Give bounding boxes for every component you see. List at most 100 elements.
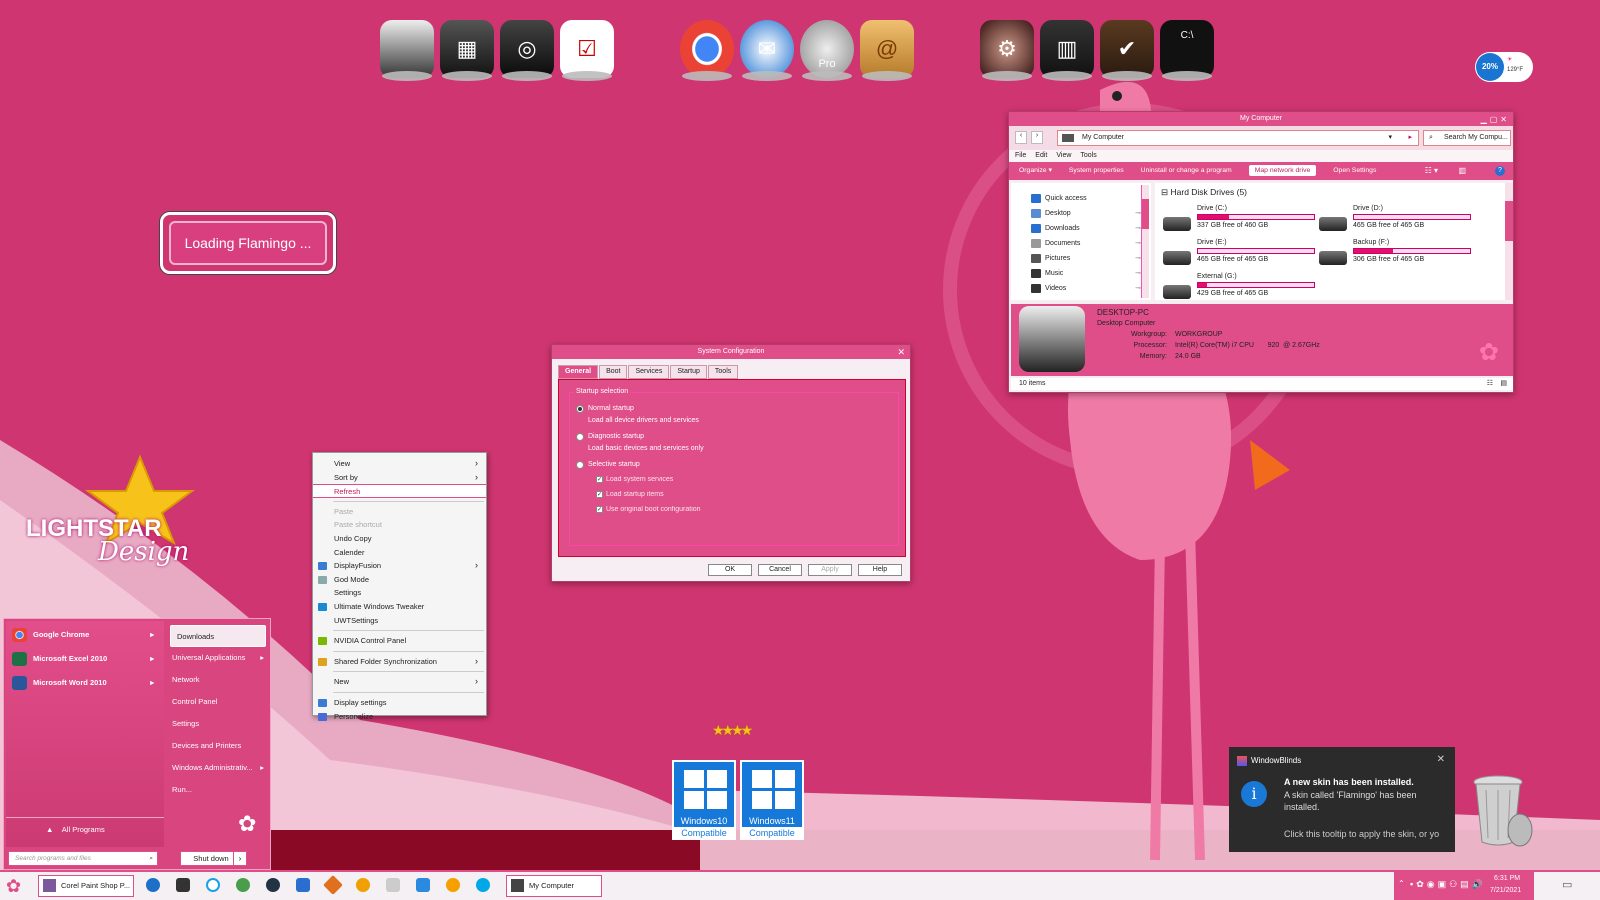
apply-button[interactable]: Apply [808, 564, 852, 576]
context-menu-item[interactable]: DisplayFusion › [313, 559, 486, 573]
context-menu-item[interactable]: Personalize [313, 710, 486, 724]
start-pinned-item[interactable]: Microsoft Word 2010 ▸ [6, 671, 164, 695]
taskbar-mycomputer-button[interactable]: My Computer [506, 875, 602, 897]
recycle-bin-icon[interactable] [1472, 772, 1534, 850]
drive-item[interactable]: Drive (D:) 465 GB free of 465 GB [1319, 205, 1479, 239]
use-original-boot-checkbox[interactable]: ✓ [596, 506, 603, 513]
windowblinds-toast[interactable]: WindowBlinds ✕ i A new skin has been ins… [1229, 747, 1455, 852]
browser-icon[interactable] [446, 878, 460, 892]
shutdown-options-arrow-icon[interactable]: › [233, 851, 247, 866]
desktop[interactable]: ▦ ◎ ☑ ✉ Pro @ ⚙ ▥ ✔ C:\ 20% ☀ 129°F Load… [0, 0, 1600, 900]
tab-services[interactable]: Services [628, 365, 670, 379]
start-place-item[interactable]: Devices and Printers [166, 735, 270, 757]
context-menu-item[interactable]: Ultimate Windows Tweaker [313, 600, 486, 614]
menu-file[interactable]: File [1015, 152, 1026, 159]
help-button[interactable]: Help [858, 564, 902, 576]
cancel-button[interactable]: Cancel [758, 564, 802, 576]
tab-tools[interactable]: Tools [707, 365, 739, 379]
command-button[interactable]: System properties [1069, 167, 1124, 174]
start-search-input[interactable]: Search programs and files ⌕ [8, 851, 158, 866]
skype-icon[interactable] [476, 878, 490, 892]
command-button[interactable]: Uninstall or change a program [1141, 167, 1232, 174]
context-menu-item[interactable]: Sort by › [313, 471, 486, 485]
cloud-icon[interactable] [236, 878, 250, 892]
steam-icon[interactable] [266, 878, 280, 892]
diamond-icon[interactable] [323, 875, 343, 895]
start-place-item[interactable]: Universal Applications ▸ [166, 647, 270, 669]
command-button[interactable]: Organize ▾ [1019, 167, 1052, 174]
command-button[interactable]: Open Settings [1333, 167, 1376, 174]
nav-item[interactable]: Pictures ⊸ [1011, 251, 1151, 266]
ok-button[interactable]: OK [708, 564, 752, 576]
stack-icon[interactable] [296, 878, 310, 892]
nav-item[interactable]: Videos ⊸ [1011, 281, 1151, 296]
nav-scrollbar[interactable] [1141, 185, 1149, 298]
edge-icon[interactable] [146, 878, 160, 892]
chrome-icon[interactable] [680, 20, 734, 81]
command-button[interactable]: Map network drive [1248, 165, 1317, 176]
contacts-icon[interactable]: @ [860, 20, 914, 81]
context-menu-item[interactable]: God Mode [313, 573, 486, 587]
context-menu-item[interactable]: Shared Folder Synchronization › [313, 655, 486, 669]
forward-arrow-icon[interactable]: › [1031, 131, 1043, 144]
media-icon[interactable] [386, 878, 400, 892]
gray-device-icon[interactable] [380, 20, 434, 81]
terminal-icon[interactable]: C:\ [1160, 20, 1214, 81]
weather-widget[interactable]: 20% ☀ 129°F [1475, 52, 1533, 82]
nav-item[interactable]: Desktop ⊸ [1011, 206, 1151, 221]
load-system-services-checkbox[interactable]: ✓ [596, 476, 603, 483]
context-menu-item[interactable]: Settings [313, 586, 486, 600]
tray-expand-icon[interactable]: ⌃ [1398, 879, 1405, 888]
content-scrollbar[interactable] [1505, 183, 1513, 300]
tasks-icon[interactable]: ☑ [560, 20, 614, 81]
my-computer-titlebar[interactable]: My Computer ▁▢✕ [1009, 112, 1513, 126]
nav-item[interactable]: Downloads ⊸ [1011, 221, 1151, 236]
sysconfig-titlebar[interactable]: System Configuration ✕ [552, 345, 910, 359]
menu-tools[interactable]: Tools [1080, 152, 1096, 159]
menu-view[interactable]: View [1056, 152, 1071, 159]
search-input[interactable]: ⌕ Search My Compu... [1423, 130, 1511, 146]
go-arrow-icon[interactable]: ▸ [1408, 131, 1412, 145]
details-view-icon[interactable]: ☷ [1487, 378, 1493, 390]
context-menu-item[interactable]: NVIDIA Control Panel [313, 634, 486, 648]
start-pinned-item[interactable]: Google Chrome ▸ [6, 623, 164, 647]
drive-item[interactable]: Drive (E:) 465 GB free of 465 GB [1163, 239, 1323, 273]
nav-item[interactable]: Music ⊸ [1011, 266, 1151, 281]
tab-boot[interactable]: Boot [599, 365, 628, 379]
nav-item[interactable]: Documents ⊸ [1011, 236, 1151, 251]
start-place-item[interactable]: Run... [166, 779, 270, 801]
tab-general[interactable]: General [558, 365, 599, 379]
start-place-item[interactable]: Windows Administrativ... ▸ [166, 757, 270, 779]
menu-edit[interactable]: Edit [1035, 152, 1047, 159]
start-pinned-item[interactable]: Microsoft Excel 2010 ▸ [6, 647, 164, 671]
paint-icon[interactable] [356, 878, 370, 892]
back-arrow-icon[interactable]: ‹ [1015, 131, 1027, 144]
context-menu-item[interactable]: UWTSettings [313, 614, 486, 628]
explorer-icon[interactable] [416, 878, 430, 892]
start-place-item[interactable]: Network [166, 669, 270, 691]
cortana-icon[interactable] [206, 878, 220, 892]
context-menu-item[interactable]: View › [313, 457, 486, 471]
drive-item[interactable]: Backup (F:) 306 GB free of 465 GB [1319, 239, 1479, 273]
context-menu-item[interactable]: Refresh [313, 484, 486, 498]
context-menu-item[interactable]: Display settings [313, 696, 486, 710]
context-menu-item[interactable]: Paste shortcut [313, 518, 486, 532]
all-programs[interactable]: ▲ All Programs [46, 825, 105, 834]
preview-pane-icon[interactable]: ▥ [1458, 162, 1466, 180]
thunderbird-icon[interactable]: ✉ [740, 20, 794, 81]
checklist-icon[interactable]: ✔ [1100, 20, 1154, 81]
taskbar-paintshop-button[interactable]: Corel Paint Shop P... [38, 875, 134, 897]
help-icon[interactable]: ? [1495, 166, 1505, 176]
tab-startup[interactable]: Startup [670, 365, 707, 379]
window-controls-icon[interactable]: ▁▢✕ [1481, 113, 1510, 127]
book-icon[interactable]: ▥ [1040, 20, 1094, 81]
notifications-icon[interactable]: ▭ [1562, 878, 1572, 891]
context-menu-item[interactable]: New › [313, 675, 486, 689]
close-icon[interactable]: ✕ [897, 345, 905, 359]
diagnostic-startup-radio[interactable] [576, 433, 584, 441]
drive-item[interactable]: Drive (C:) 337 GB free of 460 GB [1163, 205, 1323, 239]
start-flamingo-icon[interactable]: ✿ [6, 876, 21, 897]
nav-item[interactable]: Quick access [1011, 191, 1151, 206]
tiles-view-icon[interactable]: ▤ [1500, 378, 1507, 390]
start-place-item[interactable]: Control Panel [166, 691, 270, 713]
